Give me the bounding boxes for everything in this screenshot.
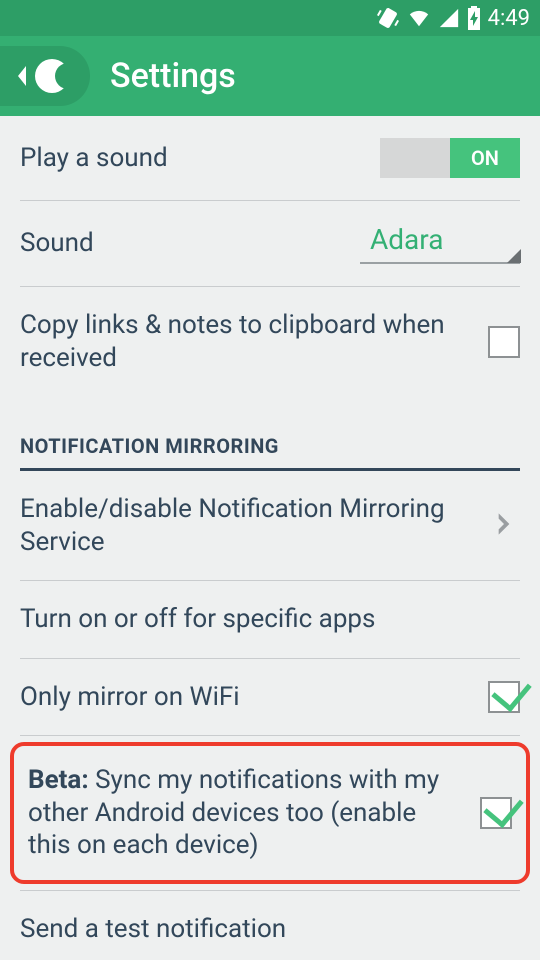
setting-label: Turn on or off for specific apps: [20, 603, 375, 636]
divider: [20, 735, 520, 736]
setting-beta-sync[interactable]: Beta: Sync my notifications with my othe…: [14, 746, 526, 880]
setting-test-notification[interactable]: Send a test notification: [0, 891, 540, 960]
copy-links-checkbox[interactable]: [488, 326, 520, 358]
beta-prefix: Beta:: [28, 765, 89, 795]
app-bar: Settings: [0, 36, 540, 116]
setting-play-sound[interactable]: Play a sound ON: [0, 116, 540, 200]
signal-icon: [438, 7, 460, 29]
status-bar: 4:49: [0, 0, 540, 36]
play-sound-toggle[interactable]: ON: [380, 138, 520, 178]
setting-label: Only mirror on WiFi: [20, 681, 240, 714]
vibrate-icon: [376, 6, 400, 30]
dropdown-caret-icon: [507, 249, 521, 263]
setting-label: Enable/disable Notification Mirroring Se…: [20, 493, 468, 558]
setting-label: Beta: Sync my notifications with my othe…: [28, 764, 460, 862]
app-logo-icon: [35, 59, 69, 93]
toggle-on-label: ON: [450, 138, 520, 178]
setting-copy-links[interactable]: Copy links & notes to clipboard when rec…: [0, 287, 540, 396]
sound-dropdown[interactable]: Adara: [360, 223, 520, 264]
wifi-only-checkbox[interactable]: [488, 681, 520, 713]
beta-sync-checkbox[interactable]: [480, 797, 512, 829]
setting-label: Copy links & notes to clipboard when rec…: [20, 309, 468, 374]
dropdown-value: Adara: [370, 223, 443, 256]
battery-charging-icon: [466, 6, 482, 30]
highlight-box: Beta: Sync my notifications with my othe…: [10, 742, 530, 884]
setting-specific-apps[interactable]: Turn on or off for specific apps: [0, 581, 540, 658]
setting-wifi-only[interactable]: Only mirror on WiFi: [0, 659, 540, 736]
beta-text: Sync my notifications with my other Andr…: [28, 765, 439, 860]
page-title: Settings: [110, 56, 236, 96]
setting-label: Sound: [20, 227, 94, 260]
back-button[interactable]: [0, 46, 90, 106]
setting-mirroring-service[interactable]: Enable/disable Notification Mirroring Se…: [0, 471, 540, 580]
wifi-icon: [406, 7, 432, 29]
setting-label: Send a test notification: [20, 913, 286, 946]
settings-list: Play a sound ON Sound Adara Copy links &…: [0, 116, 540, 960]
setting-label: Play a sound: [20, 142, 168, 175]
clock-text: 4:49: [488, 6, 530, 31]
section-header-mirroring: NOTIFICATION MIRRORING: [0, 396, 540, 468]
setting-sound[interactable]: Sound Adara: [0, 201, 540, 286]
chevron-right-icon: [488, 508, 520, 544]
